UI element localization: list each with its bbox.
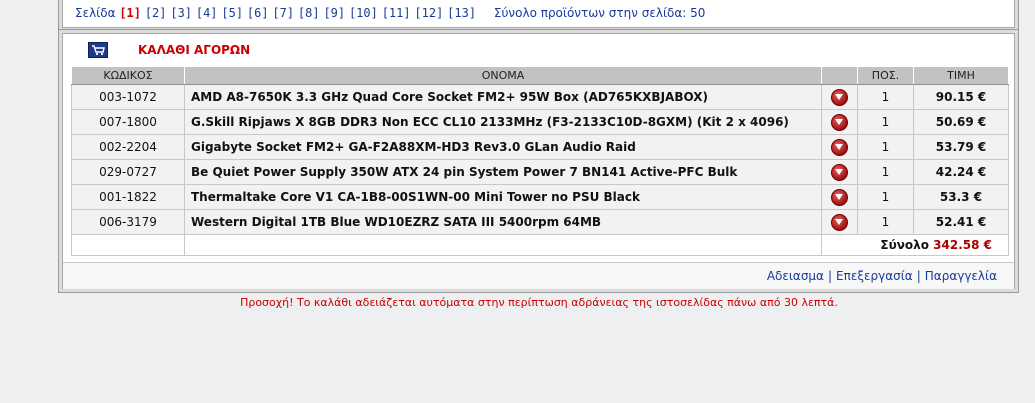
item-qty: 1: [857, 134, 914, 160]
item-qty: 1: [857, 184, 914, 210]
item-qty: 1: [857, 209, 914, 235]
item-price: 53.3 €: [913, 184, 1009, 210]
edit-cart-link[interactable]: Επεξεργασία: [836, 269, 913, 283]
total-value: 342.58 €: [933, 238, 992, 252]
column-header-remove: [821, 66, 858, 85]
table-row: 001-1822 Thermaltake Core V1 CA-1B8-00S1…: [71, 184, 1009, 210]
page-link-11[interactable]: [11]: [382, 6, 411, 20]
remove-icon[interactable]: [831, 188, 848, 206]
page-link-13[interactable]: [13]: [447, 6, 476, 20]
remove-icon[interactable]: [831, 88, 848, 106]
cart-icon: [88, 42, 108, 58]
pager-label: Σελίδα: [75, 6, 116, 20]
item-code: 007-1800: [71, 109, 185, 135]
total-empty-cell: [71, 234, 185, 256]
item-price: 53.79 €: [913, 134, 1009, 160]
cart-panel: ΚΑΛΑΘΙ ΑΓΟΡΩΝ ΚΩΔΙΚΟΣ ΟΝΟΜΑ ΠΟΣ. ΤΙΜΗ 00…: [62, 33, 1015, 289]
remove-cell: [821, 209, 858, 235]
total-row: Σύνολο 342.58 €: [71, 234, 1009, 256]
table-row: 003-1072 AMD A8-7650K 3.3 GHz Quad Core …: [71, 84, 1009, 110]
remove-cell: [821, 84, 858, 110]
column-header-code: ΚΩΔΙΚΟΣ: [71, 66, 185, 85]
item-qty: 1: [857, 159, 914, 185]
column-header-name: ΟΝΟΜΑ: [184, 66, 822, 85]
page-link-2[interactable]: [2]: [145, 6, 167, 20]
page-link-6[interactable]: [6]: [247, 6, 269, 20]
total-empty-cell: [184, 234, 822, 256]
remove-icon[interactable]: [831, 213, 848, 231]
pager: Σελίδα [1] [2] [3] [4] [5] [6] [7] [8] […: [75, 6, 705, 20]
table-row: 007-1800 G.Skill Ripjaws X 8GB DDR3 Non …: [71, 109, 1009, 135]
item-code: 002-2204: [71, 134, 185, 160]
remove-cell: [821, 184, 858, 210]
item-name: G.Skill Ripjaws X 8GB DDR3 Non ECC CL10 …: [184, 109, 822, 135]
item-price: 90.15 €: [913, 84, 1009, 110]
item-code: 003-1072: [71, 84, 185, 110]
separator: |: [827, 269, 833, 283]
item-name: Thermaltake Core V1 CA-1B8-00S1WN-00 Min…: [184, 184, 822, 210]
item-name: Gigabyte Socket FM2+ GA-F2A88XM-HD3 Rev3…: [184, 134, 822, 160]
remove-cell: [821, 134, 858, 160]
page-link-5[interactable]: [5]: [221, 6, 243, 20]
column-header-price: ΤΙΜΗ: [913, 66, 1009, 85]
remove-icon[interactable]: [831, 138, 848, 156]
item-price: 42.24 €: [913, 159, 1009, 185]
item-price: 52.41 €: [913, 209, 1009, 235]
item-qty: 1: [857, 84, 914, 110]
item-price: 50.69 €: [913, 109, 1009, 135]
page-link-9[interactable]: [9]: [323, 6, 345, 20]
remove-icon[interactable]: [831, 163, 848, 181]
column-header-qty: ΠΟΣ.: [857, 66, 914, 85]
pager-panel: Σελίδα [1] [2] [3] [4] [5] [6] [7] [8] […: [62, 0, 1015, 28]
item-code: 001-1822: [71, 184, 185, 210]
cart-title: ΚΑΛΑΘΙ ΑΓΟΡΩΝ: [138, 43, 251, 57]
products-per-page: Σύνολο προϊόντων στην σελίδα: 50: [493, 6, 706, 20]
page-link-10[interactable]: [10]: [349, 6, 378, 20]
separator: |: [916, 269, 921, 283]
page-link-1[interactable]: [1]: [119, 6, 141, 20]
cart-footer: Αδειασμα | Επεξεργασία | Παραγγελία: [63, 262, 1014, 289]
remove-cell: [821, 159, 858, 185]
table-row: 002-2204 Gigabyte Socket FM2+ GA-F2A88XM…: [71, 134, 1009, 160]
item-name: Western Digital 1TB Blue WD10EZRZ SATA I…: [184, 209, 822, 235]
item-qty: 1: [857, 109, 914, 135]
order-link[interactable]: Παραγγελία: [925, 269, 997, 283]
table-row: 006-3179 Western Digital 1TB Blue WD10EZ…: [71, 209, 1009, 235]
item-name: Be Quiet Power Supply 350W ATX 24 pin Sy…: [184, 159, 822, 185]
cart-total: Σύνολο 342.58 €: [821, 234, 1009, 256]
page-link-8[interactable]: [8]: [298, 6, 320, 20]
item-name: AMD A8-7650K 3.3 GHz Quad Core Socket FM…: [184, 84, 822, 110]
total-label: Σύνολο: [880, 238, 929, 252]
page-link-7[interactable]: [7]: [272, 6, 294, 20]
page-link-12[interactable]: [12]: [414, 6, 443, 20]
cart-table-header: ΚΩΔΙΚΟΣ ΟΝΟΜΑ ΠΟΣ. ΤΙΜΗ: [71, 66, 1009, 85]
empty-cart-link[interactable]: Αδειασμα: [767, 269, 824, 283]
table-row: 029-0727 Be Quiet Power Supply 350W ATX …: [71, 159, 1009, 185]
cart-actions: Αδειασμα | Επεξεργασία | Παραγγελία: [767, 269, 997, 283]
item-code: 029-0727: [71, 159, 185, 185]
page-link-4[interactable]: [4]: [196, 6, 218, 20]
remove-icon[interactable]: [831, 113, 848, 131]
item-code: 006-3179: [71, 209, 185, 235]
page-link-3[interactable]: [3]: [170, 6, 192, 20]
remove-cell: [821, 109, 858, 135]
cart-timeout-warning: Προσοχή! Το καλάθι αδειάζεται αυτόματα σ…: [240, 296, 838, 309]
cart-table: ΚΩΔΙΚΟΣ ΟΝΟΜΑ ΠΟΣ. ΤΙΜΗ 003-1072 AMD A8-…: [71, 66, 1009, 256]
